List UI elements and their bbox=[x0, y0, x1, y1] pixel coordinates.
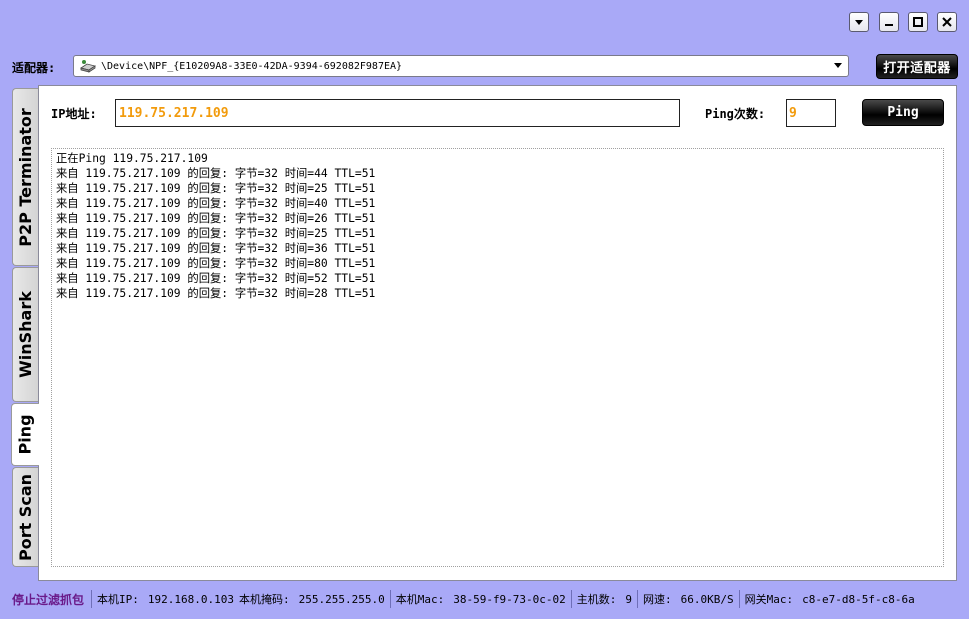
output-line: 来自 119.75.217.109 的回复: 字节=32 时间=25 TTL=5… bbox=[56, 227, 376, 240]
speed-status: 网速: 66.0KB/S bbox=[637, 590, 739, 608]
gateway-mac-label: 网关Mac: bbox=[744, 593, 794, 606]
hosts-value: 9 bbox=[625, 592, 633, 606]
chevron-down-icon bbox=[834, 63, 842, 68]
mac-value: 38-59-f9-73-0c-02 bbox=[453, 592, 566, 606]
adapter-value: \Device\NPF_{E10209A8-33E0-42DA-9394-692… bbox=[101, 60, 403, 72]
output-line: 正在Ping 119.75.217.109 bbox=[56, 152, 208, 165]
output-line: 来自 119.75.217.109 的回复: 字节=32 时间=40 TTL=5… bbox=[56, 197, 376, 210]
tab-port-scan[interactable]: Port Scan bbox=[12, 467, 38, 567]
hosts-status: 主机数: 9 bbox=[570, 590, 637, 608]
tab-p2p-terminator[interactable]: P2P Terminator bbox=[12, 88, 38, 266]
status-bar: 停止过滤抓包 本机IP: 192.168.0.103 本机掩码: 255.255… bbox=[0, 587, 969, 611]
output-line: 来自 119.75.217.109 的回复: 字节=32 时间=80 TTL=5… bbox=[56, 257, 376, 270]
menu-icon bbox=[855, 20, 863, 25]
maximize-button[interactable] bbox=[908, 12, 928, 32]
output-line: 来自 119.75.217.109 的回复: 字节=32 时间=44 TTL=5… bbox=[56, 167, 376, 180]
local-ip-status: 本机IP: 192.168.0.103 本机掩码: 255.255.255.0 bbox=[91, 590, 390, 608]
ping-count-input[interactable] bbox=[786, 99, 836, 127]
mask-label: 本机掩码: bbox=[238, 593, 290, 606]
local-ip-label: 本机IP: bbox=[97, 593, 139, 606]
window-menu-button[interactable] bbox=[849, 12, 869, 32]
close-icon bbox=[942, 17, 952, 27]
output-line: 来自 119.75.217.109 的回复: 字节=32 时间=26 TTL=5… bbox=[56, 212, 376, 225]
speed-value: 66.0KB/S bbox=[680, 592, 734, 606]
tab-ping[interactable]: Ping bbox=[11, 403, 39, 466]
hosts-label: 主机数: bbox=[576, 593, 617, 606]
tab-label: WinShark bbox=[16, 291, 36, 378]
ping-panel: IP地址: Ping次数: Ping 正在Ping 119.75.217.109… bbox=[38, 85, 957, 581]
speed-label: 网速: bbox=[643, 593, 672, 606]
stop-capture-link[interactable]: 停止过滤抓包 bbox=[0, 591, 91, 608]
adapter-label: 适配器: bbox=[12, 61, 56, 75]
ping-count-label: Ping次数: bbox=[705, 107, 766, 121]
tab-label: P2P Terminator bbox=[16, 107, 35, 247]
minimize-button[interactable] bbox=[879, 12, 899, 32]
mac-status: 本机Mac: 38-59-f9-73-0c-02 bbox=[389, 590, 571, 608]
tab-label: Ping bbox=[16, 414, 35, 455]
ping-button[interactable]: Ping bbox=[862, 99, 944, 126]
close-button[interactable] bbox=[937, 12, 957, 32]
mask-value: 255.255.255.0 bbox=[298, 592, 385, 606]
ip-input[interactable] bbox=[115, 99, 680, 127]
tab-winshark[interactable]: WinShark bbox=[12, 267, 38, 402]
maximize-icon bbox=[913, 17, 923, 27]
ping-output[interactable]: 正在Ping 119.75.217.109 来自 119.75.217.109 … bbox=[51, 148, 944, 567]
network-card-icon bbox=[80, 60, 96, 73]
minimize-icon bbox=[885, 24, 893, 26]
output-line: 来自 119.75.217.109 的回复: 字节=32 时间=25 TTL=5… bbox=[56, 182, 376, 195]
output-line: 来自 119.75.217.109 的回复: 字节=32 时间=28 TTL=5… bbox=[56, 287, 376, 300]
output-line: 来自 119.75.217.109 的回复: 字节=32 时间=52 TTL=5… bbox=[56, 272, 376, 285]
gateway-mac-status: 网关Mac: c8-e7-d8-5f-c8-6a bbox=[738, 590, 920, 608]
open-adapter-button[interactable]: 打开适配器 bbox=[876, 54, 958, 79]
adapter-select[interactable]: \Device\NPF_{E10209A8-33E0-42DA-9394-692… bbox=[73, 55, 849, 77]
gateway-mac-value: c8-e7-d8-5f-c8-6a bbox=[802, 592, 915, 606]
ip-label: IP地址: bbox=[51, 107, 97, 121]
output-line: 来自 119.75.217.109 的回复: 字节=32 时间=36 TTL=5… bbox=[56, 242, 376, 255]
tab-label: Port Scan bbox=[16, 473, 35, 561]
local-ip-value: 192.168.0.103 bbox=[147, 592, 234, 606]
mac-label: 本机Mac: bbox=[395, 593, 445, 606]
